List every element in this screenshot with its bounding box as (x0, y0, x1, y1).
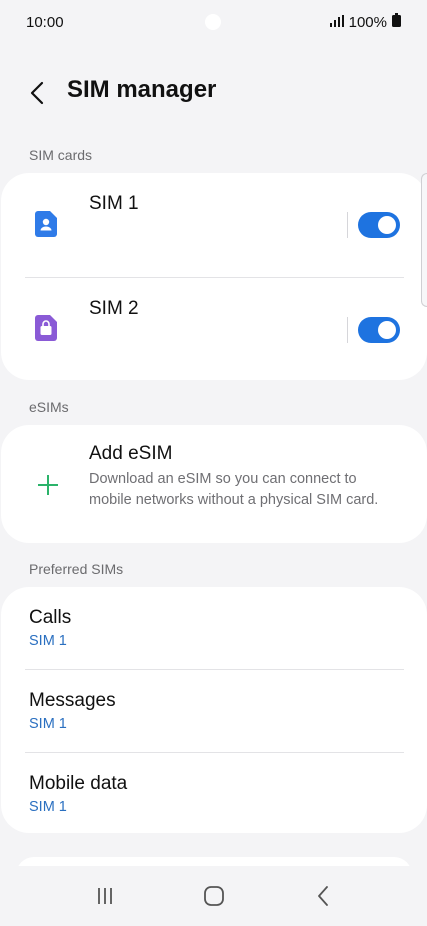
camera-cutout (205, 14, 221, 30)
sim-cards-card: SIM 1 SIM 2 (1, 173, 427, 380)
status-icons: 100% (329, 13, 401, 31)
back-button[interactable] (22, 78, 52, 108)
status-time: 10:00 (26, 13, 64, 31)
sim-2-toggle-knob (378, 321, 396, 339)
section-label-preferred-sims: Preferred SIMs (29, 561, 124, 577)
plus-icon (38, 475, 58, 495)
home-button[interactable] (194, 876, 234, 916)
back-nav-button[interactable] (303, 876, 343, 916)
sim-2-toggle[interactable] (358, 317, 400, 343)
preferred-messages-title: Messages (29, 690, 116, 711)
add-esim-title: Add eSIM (89, 443, 173, 464)
sim-row-1[interactable]: SIM 1 (1, 173, 427, 277)
add-esim-card[interactable]: Add eSIM Download an eSIM so you can con… (1, 425, 427, 543)
preferred-calls-row[interactable]: Calls SIM 1 (1, 587, 427, 669)
home-icon (203, 886, 224, 906)
preferred-calls-title: Calls (29, 607, 72, 628)
recent-apps-icon (97, 888, 112, 904)
sim-2-label: SIM 2 (89, 298, 139, 319)
sim-1-label: SIM 1 (89, 193, 139, 214)
preferred-mobile-data-title: Mobile data (29, 773, 128, 794)
preferred-calls-value: SIM 1 (29, 633, 67, 649)
page-title: SIM manager (67, 76, 217, 103)
navigation-bar (0, 866, 427, 926)
sim-person-icon (34, 211, 58, 237)
preferred-sims-card: Calls SIM 1 Messages SIM 1 Mobile data S… (1, 587, 427, 833)
add-esim-description: Download an eSIM so you can connect to m… (89, 471, 379, 508)
sim-bag-icon (34, 315, 58, 341)
back-nav-icon (317, 886, 328, 906)
section-label-sim-cards: SIM cards (29, 147, 93, 163)
preferred-messages-value: SIM 1 (29, 716, 67, 732)
battery-icon (392, 13, 401, 31)
sim-1-toggle[interactable] (358, 212, 400, 238)
preferred-mobile-data-value: SIM 1 (29, 799, 67, 815)
back-arrow-icon (30, 81, 44, 105)
signal-icon (329, 14, 344, 31)
section-label-esims: eSIMs (29, 399, 69, 415)
sim-1-toggle-knob (378, 216, 396, 234)
sim-1-separator (347, 212, 348, 238)
battery-level: 100% (348, 13, 387, 31)
scrollbar-handle[interactable] (421, 173, 427, 307)
preferred-messages-row[interactable]: Messages SIM 1 (1, 670, 427, 752)
preferred-mobile-data-row[interactable]: Mobile data SIM 1 (1, 753, 427, 835)
sim-row-2[interactable]: SIM 2 (1, 278, 427, 380)
sim-2-separator (347, 317, 348, 343)
recent-apps-button[interactable] (85, 876, 125, 916)
app-header: SIM manager (0, 70, 427, 114)
